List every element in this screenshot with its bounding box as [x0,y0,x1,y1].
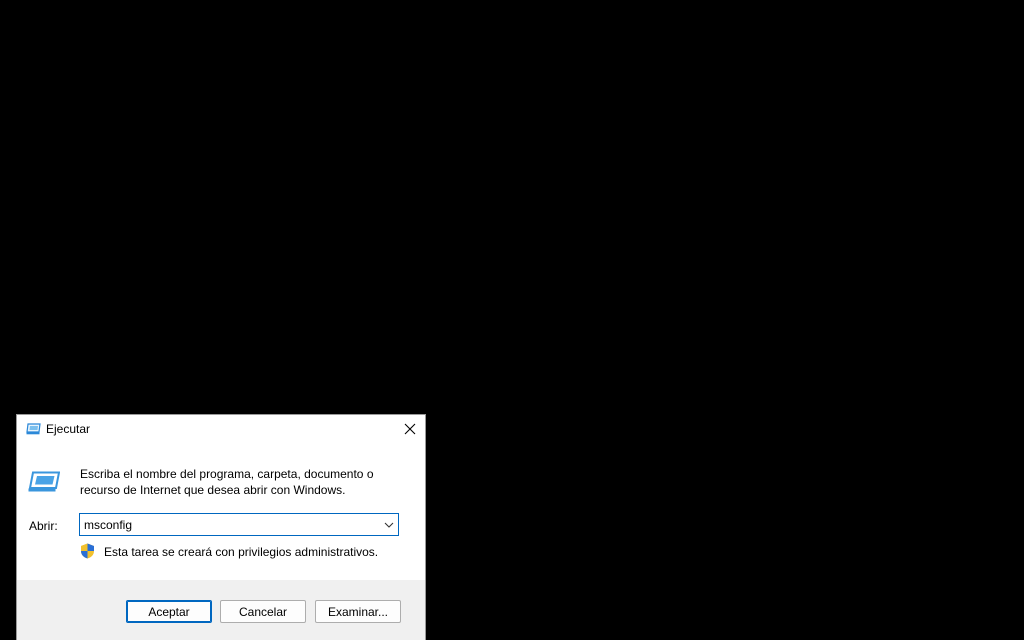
run-dialog-icon [26,423,41,435]
run-dialog: Ejecutar Escriba el nombre del programa,… [16,414,426,640]
chevron-down-icon[interactable] [383,519,395,531]
open-combobox[interactable] [79,513,399,536]
open-input[interactable] [84,516,374,533]
browse-button[interactable]: Examinar... [315,600,401,623]
ok-button[interactable]: Aceptar [126,600,212,623]
cancel-button[interactable]: Cancelar [220,600,306,623]
close-button[interactable] [395,415,425,443]
uac-shield-icon [81,543,94,559]
dialog-titlebar[interactable]: Ejecutar [17,415,425,445]
open-label: Abrir: [29,519,58,533]
desktop-background: Ejecutar Escriba el nombre del programa,… [0,0,1024,640]
run-program-icon [28,471,60,492]
dialog-description: Escriba el nombre del programa, carpeta,… [80,467,374,497]
close-icon [404,423,416,435]
dialog-footer: Aceptar Cancelar Examinar... [17,580,425,640]
admin-privileges-note: Esta tarea se creará con privilegios adm… [104,545,379,559]
dialog-title: Ejecutar [46,422,91,436]
